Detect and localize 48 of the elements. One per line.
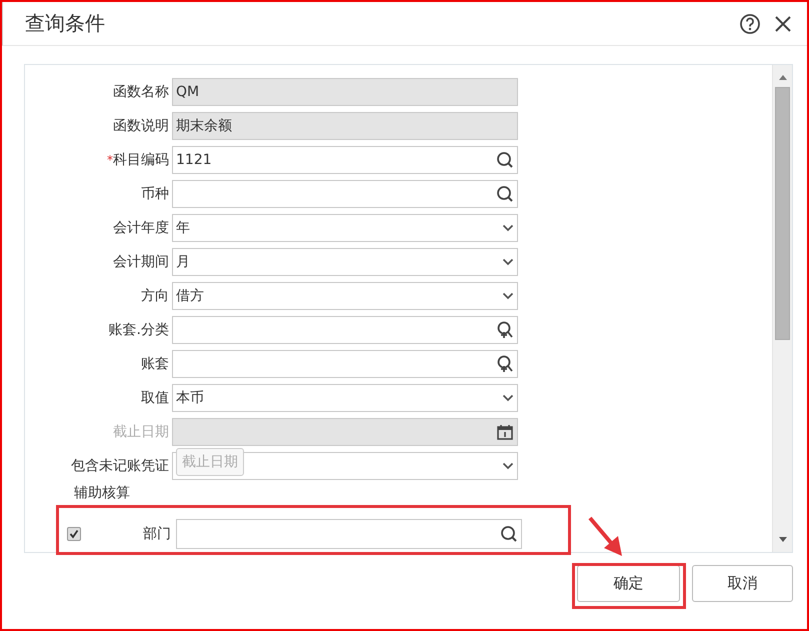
field-label: 截止日期 <box>112 423 170 441</box>
scroll-down-icon[interactable] <box>778 536 788 544</box>
input-field[interactable] <box>172 418 518 446</box>
field-label: 取值 <box>140 389 170 407</box>
select-field[interactable]: 本币 <box>172 384 518 412</box>
field-label: 函数名称 <box>112 83 170 101</box>
search-plus-icon[interactable] <box>496 355 514 373</box>
section-title: 辅助核算 <box>74 486 131 501</box>
chevron-down-icon[interactable] <box>502 292 514 300</box>
search-plus-icon[interactable] <box>496 321 514 339</box>
input-field[interactable] <box>176 519 522 549</box>
annotation-arrow <box>588 516 622 556</box>
chevron-down-icon[interactable] <box>502 258 514 266</box>
input-field[interactable] <box>172 350 518 378</box>
field-label: 币种 <box>140 185 170 203</box>
input-field[interactable]: 1121 <box>172 146 518 174</box>
scrollbar[interactable] <box>772 65 792 552</box>
confirm-button[interactable]: 确定 <box>577 565 680 602</box>
input-field[interactable]: 期末余额 <box>172 112 518 140</box>
select-field[interactable]: 借方 <box>172 282 518 310</box>
scroll-up-icon[interactable] <box>778 73 788 81</box>
field-label: *科目编码 <box>106 151 170 169</box>
search-icon[interactable] <box>496 151 514 169</box>
select-field[interactable]: 月 <box>172 248 518 276</box>
field-label: 包含未记账凭证 <box>70 457 170 475</box>
select-field[interactable]: 年 <box>172 214 518 242</box>
chevron-down-icon[interactable] <box>502 462 514 470</box>
window-title: 查询条件 <box>25 10 106 37</box>
field-label: 部门 <box>142 525 172 543</box>
chevron-down-icon[interactable] <box>502 394 514 402</box>
chevron-down-icon[interactable] <box>502 224 514 232</box>
field-label: 账套.分类 <box>108 321 170 339</box>
calendar-icon[interactable] <box>496 423 514 441</box>
field-label: 方向 <box>140 287 170 305</box>
search-icon[interactable] <box>496 185 514 203</box>
field-label: 账套 <box>140 355 170 373</box>
search-icon[interactable] <box>500 525 518 543</box>
cancel-button[interactable]: 取消 <box>692 565 793 602</box>
close-icon[interactable] <box>773 14 793 34</box>
input-field[interactable] <box>172 180 518 208</box>
checkbox[interactable] <box>67 527 81 541</box>
field-label: 函数说明 <box>112 117 170 135</box>
tooltip: 截止日期 <box>176 448 244 476</box>
help-icon[interactable] <box>739 12 761 34</box>
input-field[interactable]: QM <box>172 78 518 106</box>
field-label: 会计年度 <box>112 219 170 237</box>
input-field[interactable] <box>172 316 518 344</box>
field-label: 会计期间 <box>112 253 170 271</box>
